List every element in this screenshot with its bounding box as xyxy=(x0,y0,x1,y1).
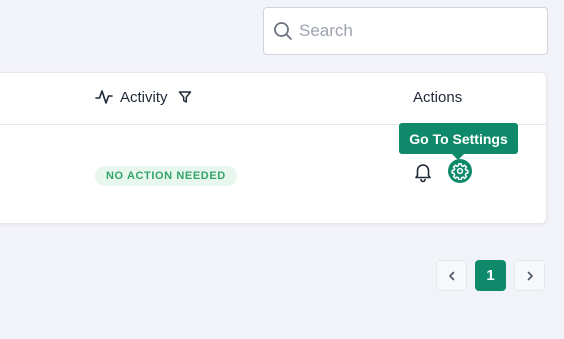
previous-page-button[interactable] xyxy=(436,260,467,291)
column-header-actions: Actions xyxy=(413,89,463,106)
status-badge: NO ACTION NEEDED xyxy=(95,166,237,186)
table-header: Activity Actions xyxy=(0,73,546,125)
activity-icon xyxy=(95,88,113,106)
filter-icon[interactable] xyxy=(178,90,192,104)
settings-tooltip: Go To Settings xyxy=(399,123,518,160)
pagination: 1 xyxy=(436,260,545,291)
column-header-activity: Activity xyxy=(95,88,192,106)
search-box[interactable] xyxy=(263,7,548,55)
search-input[interactable] xyxy=(299,21,529,41)
column-header-activity-label: Activity xyxy=(120,88,168,106)
next-page-button[interactable] xyxy=(514,260,545,291)
gear-icon[interactable] xyxy=(448,159,472,183)
chevron-right-icon xyxy=(525,271,535,281)
bell-icon[interactable] xyxy=(413,161,433,183)
page-button-current[interactable]: 1 xyxy=(475,260,506,291)
search-icon xyxy=(273,21,293,41)
chevron-left-icon xyxy=(447,271,457,281)
